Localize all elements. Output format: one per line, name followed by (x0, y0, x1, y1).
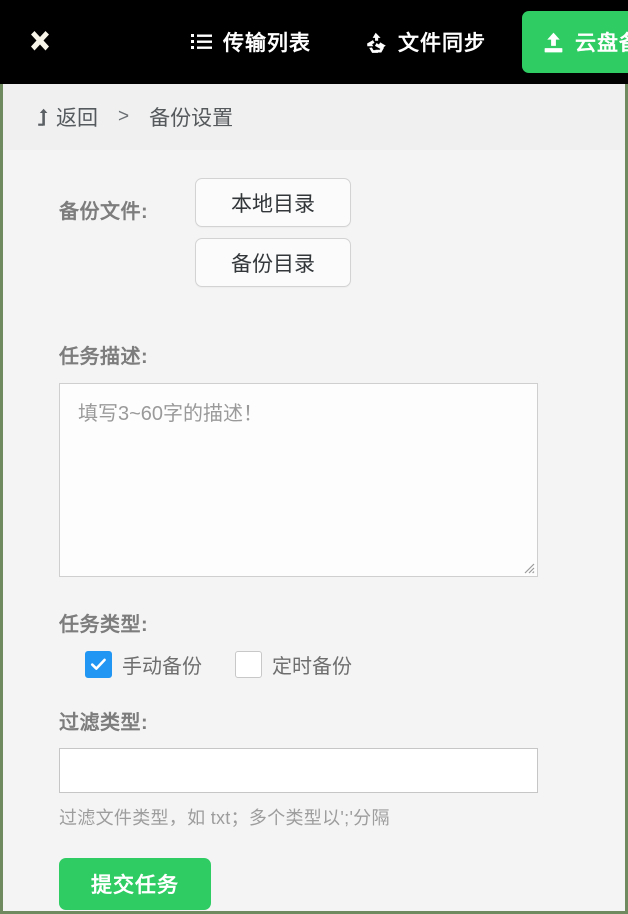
task-type-checkbox-group: 手动备份 定时备份 (59, 650, 625, 679)
task-description-label: 任务描述: (59, 346, 149, 368)
nav-item-transfer-list[interactable]: 传输列表 (174, 14, 325, 70)
nav-item-cloud-backup[interactable]: 云盘备份 (522, 11, 628, 73)
close-button[interactable] (18, 20, 62, 64)
checkbox-scheduled-backup[interactable]: 定时备份 (235, 650, 352, 679)
breadcrumb: 返回 > 备份设置 (3, 84, 625, 150)
breadcrumb-separator: > (118, 106, 130, 127)
filter-type-label: 过滤类型: (59, 712, 149, 734)
close-icon (25, 27, 55, 57)
directory-button-group: 本地目录 备份目录 (195, 178, 351, 287)
checkbox-checked-icon (85, 651, 112, 678)
upload-icon (540, 29, 566, 55)
breadcrumb-current-page: 备份设置 (149, 107, 234, 130)
task-description-textarea[interactable]: 填写3~60字的描述！ (59, 383, 538, 577)
breadcrumb-back-label: 返回 (56, 107, 98, 130)
local-directory-button[interactable]: 本地目录 (195, 178, 351, 227)
checkbox-unchecked-icon (235, 651, 262, 678)
task-type-label: 任务类型: (59, 614, 149, 636)
nav-item-file-sync[interactable]: 文件同步 (349, 14, 500, 70)
field-backup-files: 备份文件: 本地目录 备份目录 (3, 178, 625, 287)
field-task-type: 任务类型: 手动备份 定时备份 (3, 608, 625, 679)
checkbox-label: 手动备份 (122, 656, 202, 678)
breadcrumb-back-link[interactable]: 返回 (37, 102, 98, 132)
nav-item-label: 文件同步 (398, 32, 486, 55)
field-task-description: 任务描述: 填写3~60字的描述！ (3, 340, 625, 577)
checkbox-manual-backup[interactable]: 手动备份 (85, 650, 202, 679)
back-arrow-icon (37, 107, 52, 127)
backup-files-label: 备份文件: (59, 201, 149, 223)
submit-row: 提交任务 (3, 858, 625, 910)
filter-type-input[interactable] (59, 748, 538, 793)
task-description-placeholder: 填写3~60字的描述！ (78, 403, 264, 425)
backup-settings-window: 传输列表 文件同步 云盘备 (0, 0, 628, 914)
backup-settings-form: 备份文件: 本地目录 备份目录 任务描述: 填写3~60字的描述！ 任务类型: … (3, 150, 625, 911)
backup-directory-button[interactable]: 备份目录 (195, 238, 351, 287)
checkbox-label: 定时备份 (272, 656, 352, 678)
nav-item-label: 传输列表 (223, 32, 311, 55)
field-filter-type: 过滤类型: 过滤文件类型，如 txt；多个类型以';'分隔 (3, 706, 625, 830)
nav-item-label: 云盘备份 (575, 32, 628, 55)
filter-type-hint: 过滤文件类型，如 txt；多个类型以';'分隔 (59, 808, 390, 828)
submit-task-button[interactable]: 提交任务 (59, 858, 211, 910)
recycle-sync-icon (363, 29, 389, 55)
top-navigation-bar: 传输列表 文件同步 云盘备 (0, 0, 628, 84)
resize-handle-icon[interactable] (521, 560, 535, 574)
list-icon (188, 29, 214, 55)
